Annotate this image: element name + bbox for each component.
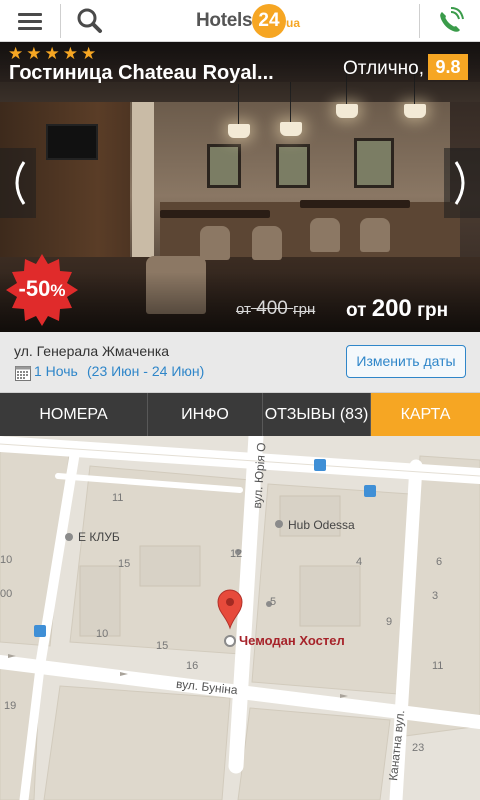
poi-label: Е КЛУБ: [78, 530, 120, 544]
building-number: 3: [432, 590, 439, 602]
chevron-right-icon: [454, 161, 465, 205]
photo-detail: [46, 124, 98, 160]
building-number: 10: [96, 628, 109, 640]
map-canvas[interactable]: [0, 436, 480, 800]
old-price-unit: грн: [293, 301, 316, 318]
building-number: 15: [156, 640, 169, 652]
logo-suffix: ua: [286, 16, 301, 30]
map-view[interactable]: вул. Юрія О вул. Буніна Канатна вул. Е К…: [0, 436, 480, 800]
photo-detail: [280, 82, 302, 136]
building-number: 15: [118, 558, 131, 570]
building-number: 11: [112, 492, 124, 504]
building-number: 12: [230, 548, 243, 560]
discount-text: -50%: [6, 276, 78, 302]
logo-text: Hotels: [196, 10, 253, 31]
photo-detail: [354, 138, 394, 188]
building-number: 10: [0, 554, 13, 566]
building-number: 9: [386, 616, 393, 628]
star-rating: ★★★★★: [8, 44, 100, 63]
photo-detail: [207, 144, 241, 188]
menu-icon: [18, 13, 42, 16]
hotels24-logo[interactable]: Hotels 24 ua: [180, 4, 320, 38]
building-number: 6: [436, 556, 443, 568]
rating-label: Отлично,: [343, 58, 425, 79]
hotel-name: Гостиница Chateau Royal...: [9, 62, 274, 84]
menu-button[interactable]: [0, 0, 60, 42]
tab-bar: НОМЕРА ИНФО ОТЗЫВЫ (83) КАРТА: [0, 393, 480, 436]
poi-label: Hub Odessa: [288, 518, 355, 532]
hotel-photo[interactable]: ★★★★★ Гостиница Chateau Royal... Отлично…: [0, 42, 480, 332]
discount-badge: -50%: [6, 254, 78, 326]
next-photo-button[interactable]: [444, 148, 480, 218]
menu-icon-line: [18, 20, 42, 23]
photo-detail: [160, 210, 270, 218]
phone-icon: [440, 7, 464, 32]
photo-detail: [228, 84, 250, 138]
search-button[interactable]: [62, 0, 118, 42]
photo-detail: [132, 102, 154, 272]
building-number: 16: [186, 660, 199, 672]
change-dates-button[interactable]: Изменить даты: [346, 345, 466, 378]
tab-info[interactable]: ИНФО: [148, 393, 263, 436]
building-number: 23: [412, 742, 425, 754]
chevron-left-icon: [15, 161, 26, 205]
tab-map[interactable]: КАРТА: [371, 393, 480, 436]
photo-detail: [360, 218, 390, 252]
old-price-value: 400: [256, 298, 288, 319]
hotel-address: ул. Генерала Жмаченка: [14, 343, 170, 359]
photo-detail: [404, 64, 426, 118]
new-price-unit: грн: [417, 300, 449, 321]
building-number: 5: [270, 596, 277, 608]
call-button[interactable]: [420, 0, 480, 42]
new-price-prefix: от: [346, 300, 367, 321]
building-number: 11: [432, 660, 444, 672]
discount-value: -50: [18, 276, 51, 301]
photo-detail: [300, 200, 410, 208]
prev-photo-button[interactable]: [0, 148, 36, 218]
search-icon: [77, 8, 102, 33]
calendar-icon: [15, 366, 31, 381]
hostel-marker-label[interactable]: Чемодан Хостел: [239, 633, 345, 648]
old-price-prefix: от: [236, 301, 251, 318]
old-price: от 400 грн: [236, 298, 315, 320]
discount-percent: %: [50, 281, 66, 300]
new-price-value: 200: [371, 295, 412, 322]
date-range: (23 Июн - 24 Июн): [87, 363, 205, 379]
photo-detail: [252, 226, 282, 260]
building-number: 4: [356, 556, 363, 568]
building-number: 00: [0, 588, 13, 600]
rating-badge: 9.8: [428, 54, 468, 80]
photo-detail: [200, 226, 230, 260]
photo-detail: [336, 64, 358, 118]
logo-number: 24: [258, 10, 280, 31]
new-price: от 200 грн: [346, 295, 448, 323]
photo-detail: [276, 144, 310, 188]
tab-reviews[interactable]: ОТЗЫВЫ (83): [263, 393, 371, 436]
photo-detail: [310, 218, 340, 252]
tab-rooms[interactable]: НОМЕРА: [0, 393, 148, 436]
divider: [60, 4, 61, 38]
top-bar: Hotels 24 ua: [0, 0, 480, 42]
nights-count: 1 Ночь: [34, 363, 78, 379]
building-number: 19: [4, 700, 17, 712]
booking-info: ул. Генерала Жмаченка 1 Ночь (23 Июн - 2…: [0, 332, 480, 393]
menu-icon-line: [18, 27, 42, 30]
